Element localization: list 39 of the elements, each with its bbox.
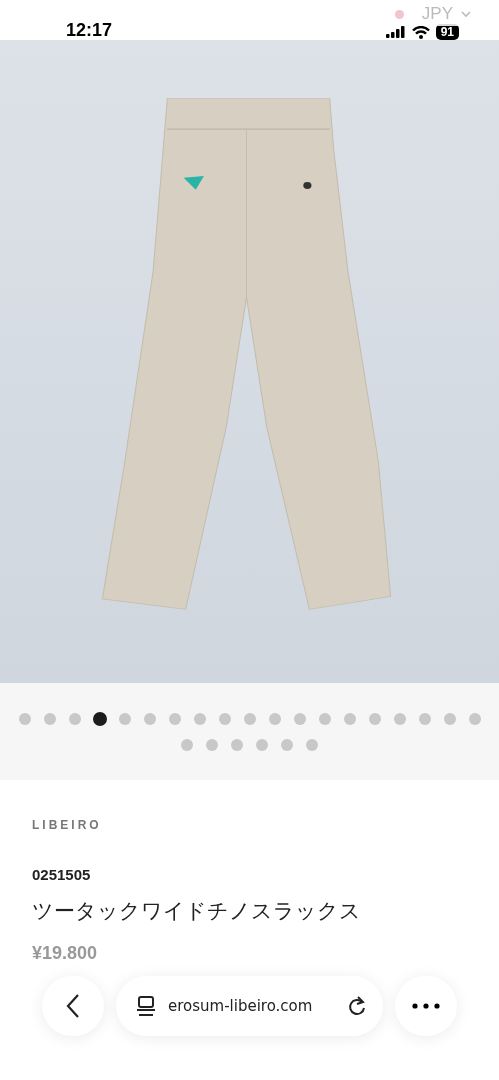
more-icon: [412, 1003, 440, 1009]
wifi-icon: [411, 25, 430, 39]
brand-name[interactable]: LIBEIRO: [32, 818, 467, 832]
carousel-dot[interactable]: [256, 738, 268, 751]
carousel-dot[interactable]: [306, 738, 318, 751]
carousel-dot[interactable]: [193, 712, 206, 725]
address-bar[interactable]: erosum-libeiro.com: [116, 976, 383, 1036]
carousel-dot[interactable]: [168, 712, 181, 725]
product-name: ツータックワイドチノスラックス: [32, 898, 362, 925]
carousel-dot[interactable]: [468, 712, 481, 725]
carousel-dot[interactable]: [181, 738, 193, 751]
carousel-dot[interactable]: [231, 738, 243, 751]
back-icon: [65, 993, 81, 1019]
carousel-dot[interactable]: [268, 712, 281, 725]
carousel-dot[interactable]: [218, 712, 231, 725]
status-time: 12:17: [66, 19, 113, 42]
carousel-dot[interactable]: [43, 712, 56, 725]
carousel-dot[interactable]: [418, 712, 431, 725]
carousel-dot[interactable]: [206, 738, 218, 751]
carousel-dot[interactable]: [293, 712, 306, 725]
product-code: 0251505: [32, 866, 92, 883]
carousel-dot[interactable]: [118, 712, 131, 725]
chevron-down-icon: [461, 10, 471, 18]
reload-icon[interactable]: [347, 995, 367, 1017]
carousel-dot[interactable]: [443, 712, 456, 725]
tabs-icon: [136, 995, 156, 1017]
product-price: ¥19.800: [32, 943, 99, 964]
carousel-dot[interactable]: [143, 712, 156, 725]
carousel-dot[interactable]: [243, 712, 256, 725]
signal-icon: [385, 26, 406, 38]
carousel-dot[interactable]: [343, 712, 356, 725]
carousel-dot[interactable]: [281, 738, 293, 751]
carousel-dot[interactable]: [68, 712, 81, 725]
carousel-dot[interactable]: [18, 712, 31, 725]
carousel-dot[interactable]: [368, 712, 381, 725]
url-text: erosum-libeiro.com: [168, 997, 314, 1015]
carousel-dot[interactable]: [92, 711, 107, 726]
carousel-dot[interactable]: [393, 712, 406, 725]
carousel-dot[interactable]: [318, 712, 331, 725]
